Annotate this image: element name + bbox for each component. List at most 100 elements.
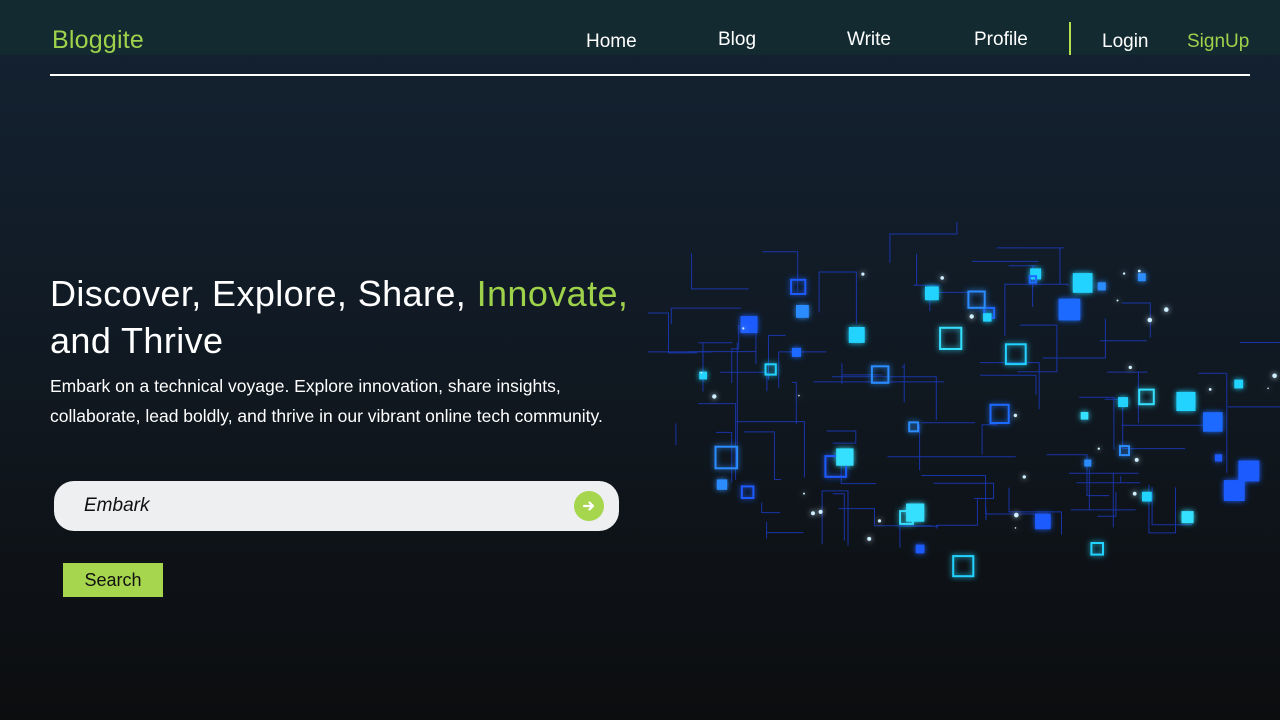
circuit-wire bbox=[980, 374, 1037, 395]
circuit-wire bbox=[744, 431, 781, 480]
circuit-square bbox=[1137, 273, 1146, 282]
circuit-wire bbox=[648, 312, 698, 354]
circuit-node bbox=[1022, 475, 1026, 479]
circuit-wire bbox=[1004, 283, 1069, 336]
circuit-node bbox=[1014, 512, 1019, 518]
circuit-square bbox=[1181, 511, 1194, 524]
circuit-wire bbox=[980, 362, 1040, 410]
circuit-wire bbox=[670, 307, 741, 325]
circuit-wire bbox=[691, 253, 749, 290]
circuit-square bbox=[906, 503, 925, 522]
circuit-node bbox=[818, 509, 823, 514]
circuit-node bbox=[861, 272, 865, 276]
circuit-wire bbox=[768, 334, 786, 380]
circuit-square bbox=[699, 371, 707, 380]
nav-home[interactable]: Home bbox=[586, 31, 637, 53]
circuit-wire bbox=[1070, 469, 1136, 511]
circuit-node bbox=[1128, 365, 1132, 370]
circuit-node bbox=[1208, 388, 1212, 391]
circuit-wire bbox=[736, 421, 805, 478]
circuit-node bbox=[811, 511, 815, 516]
circuit-wire bbox=[791, 381, 797, 425]
circuit-square bbox=[714, 445, 739, 470]
brand-logo[interactable]: Bloggite bbox=[52, 26, 144, 55]
hero-title: Discover, Explore, Share, Innovate, and … bbox=[50, 270, 650, 364]
go-button[interactable] bbox=[574, 491, 604, 521]
circuit-node bbox=[1132, 491, 1137, 496]
circuit-node bbox=[1014, 527, 1017, 529]
circuit-square bbox=[967, 290, 986, 309]
circuit-square bbox=[1176, 391, 1196, 411]
circuit-square bbox=[1223, 480, 1245, 501]
search-input[interactable] bbox=[84, 493, 554, 519]
circuit-wire bbox=[832, 493, 845, 541]
nav-signup[interactable]: SignUp bbox=[1187, 31, 1249, 53]
arrow-right-circle-icon bbox=[582, 501, 595, 511]
circuit-square bbox=[1080, 412, 1089, 420]
circuit-wire bbox=[899, 525, 939, 548]
circuit-wire bbox=[1121, 302, 1151, 338]
circuit-square bbox=[740, 316, 758, 334]
circuit-node bbox=[1272, 373, 1277, 379]
circuit-wire bbox=[935, 499, 978, 529]
circuit-square bbox=[925, 286, 939, 301]
hero-title-part1: Discover, Explore, Share, bbox=[50, 273, 477, 314]
hero-title-accent: Innovate, bbox=[476, 273, 629, 314]
top-bar bbox=[0, 0, 1280, 55]
circuit-node bbox=[712, 394, 717, 399]
circuit-square bbox=[848, 327, 865, 343]
nav-login[interactable]: Login bbox=[1102, 31, 1149, 53]
circuit-wire bbox=[766, 521, 804, 539]
circuit-node bbox=[700, 371, 703, 374]
circuit-wire bbox=[1104, 398, 1186, 450]
circuit-square bbox=[740, 485, 755, 499]
circuit-node bbox=[1267, 387, 1269, 390]
circuit-wire bbox=[901, 363, 905, 403]
circuit-square bbox=[1203, 412, 1223, 432]
nav-separator bbox=[1069, 22, 1071, 55]
circuit-node bbox=[742, 327, 745, 330]
search-button[interactable]: Search bbox=[63, 563, 163, 597]
circuit-square bbox=[1058, 298, 1081, 321]
circuit-network-illustration bbox=[648, 222, 1280, 578]
circuit-node bbox=[1122, 272, 1126, 275]
circuit-node bbox=[867, 536, 872, 541]
circuit-node bbox=[1116, 299, 1119, 302]
circuit-wire bbox=[1076, 476, 1141, 484]
circuit-square bbox=[1138, 388, 1155, 406]
circuit-wire bbox=[1079, 396, 1115, 450]
circuit-wire bbox=[889, 222, 958, 263]
circuit-square bbox=[915, 544, 925, 554]
circuit-node bbox=[798, 394, 800, 397]
circuit-node bbox=[1097, 447, 1100, 450]
circuit-wire bbox=[1046, 454, 1110, 497]
circuit-node bbox=[877, 519, 882, 523]
nav-profile[interactable]: Profile bbox=[974, 29, 1028, 51]
circuit-square bbox=[1004, 343, 1027, 366]
nav-write[interactable]: Write bbox=[847, 29, 891, 51]
circuit-square bbox=[939, 326, 963, 351]
nav-blog[interactable]: Blog bbox=[718, 29, 756, 51]
circuit-square bbox=[1214, 454, 1223, 462]
circuit-wire bbox=[981, 424, 998, 455]
circuit-node bbox=[1013, 413, 1018, 418]
circuit-node bbox=[1137, 269, 1141, 273]
circuit-square bbox=[716, 479, 728, 490]
circuit-wire bbox=[761, 502, 780, 514]
circuit-square bbox=[1118, 397, 1128, 407]
hero-title-part2: and Thrive bbox=[50, 320, 224, 361]
circuit-wire bbox=[1148, 484, 1176, 534]
circuit-square bbox=[796, 305, 809, 318]
circuit-square bbox=[1119, 445, 1130, 457]
circuit-wire bbox=[933, 482, 995, 499]
circuit-square bbox=[1142, 491, 1152, 502]
circuit-square bbox=[1234, 379, 1244, 389]
circuit-square bbox=[989, 403, 1010, 425]
circuit-square bbox=[1035, 513, 1051, 530]
circuit-square bbox=[1238, 460, 1260, 482]
circuit-node bbox=[940, 276, 944, 280]
circuit-wire bbox=[826, 430, 857, 444]
circuit-wire bbox=[913, 253, 941, 286]
header-divider bbox=[50, 74, 1250, 76]
circuit-wire bbox=[762, 251, 799, 292]
